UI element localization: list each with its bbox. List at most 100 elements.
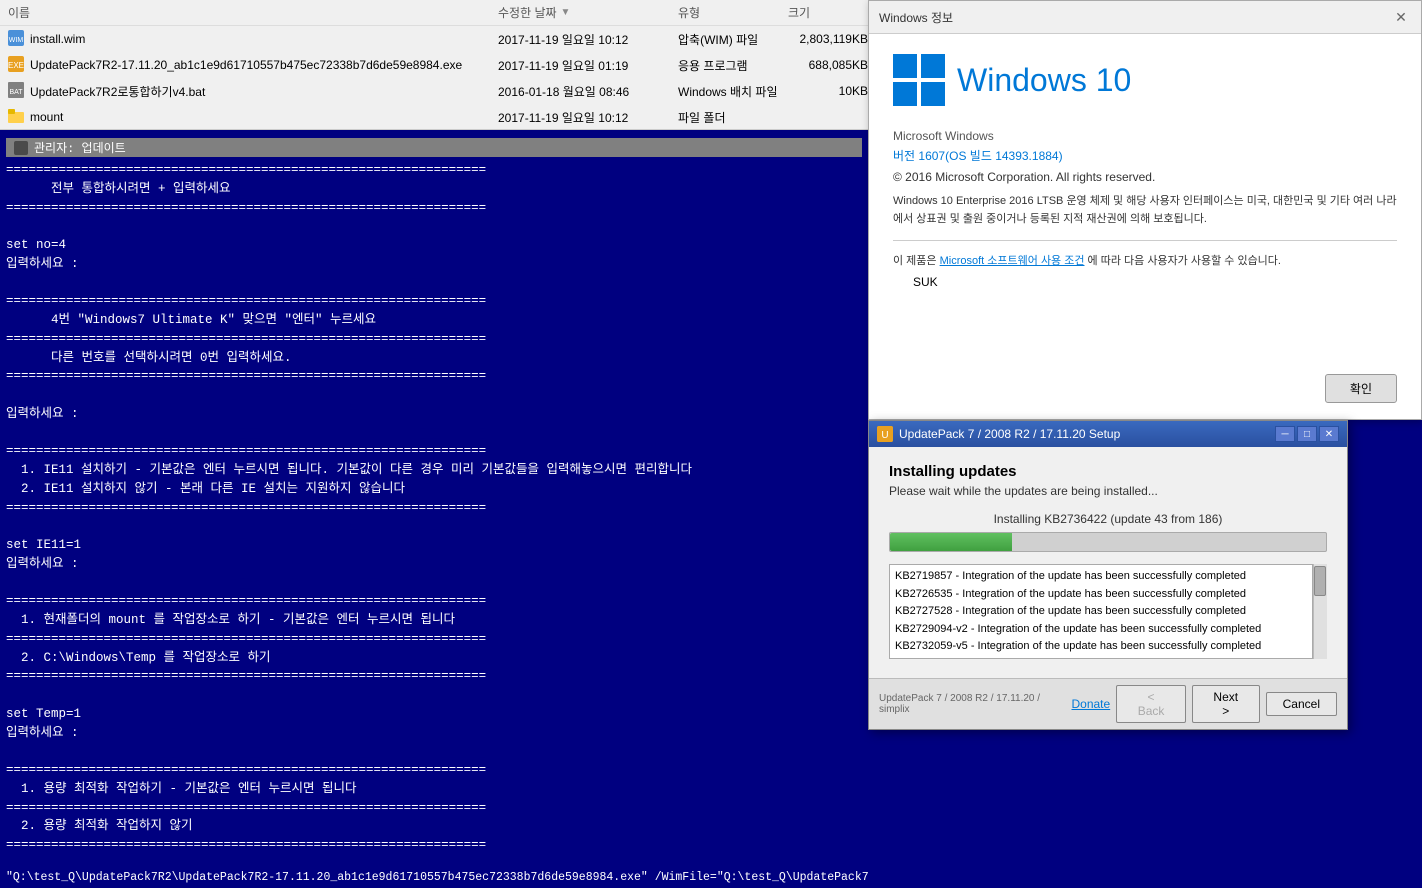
cmd-line: 1. IE11 설치하기 - 기본값은 엔터 누르시면 됩니다. 기본값이 다른… — [6, 461, 862, 480]
divider — [893, 240, 1397, 241]
folder-icon — [8, 109, 24, 126]
setup-log[interactable]: KB2719857 - Integration of the update ha… — [889, 564, 1313, 659]
setup-body: Installing updates Please wait while the… — [869, 447, 1347, 675]
cmd-line — [6, 386, 862, 405]
file-name: BAT UpdatePack7R2로통합하기v4.bat — [8, 82, 498, 101]
win-info-title: Windows 정보 — [879, 9, 953, 26]
file-row[interactable]: WIM install.wim 2017-11-19 일요일 10:12 압축(… — [0, 26, 868, 52]
cmd-line — [6, 517, 862, 536]
donate-link[interactable]: Donate — [1071, 697, 1110, 711]
wim-icon: WIM — [8, 30, 24, 49]
file-type: 응용 프로그램 — [678, 57, 788, 74]
col-date-header[interactable]: 수정한 날짜 ▼ — [498, 4, 678, 21]
file-row[interactable]: BAT UpdatePack7R2로통합하기v4.bat 2016-01-18 … — [0, 78, 868, 104]
file-date: 2016-01-18 월요일 08:46 — [498, 83, 678, 100]
cmd-line: set no=4 — [6, 236, 862, 255]
file-type: 압축(WIM) 파일 — [678, 31, 788, 48]
log-item: KB2732487-v2 - Integration of the update… — [895, 656, 1307, 659]
cmd-line: ========================================… — [6, 367, 862, 386]
file-row[interactable]: EXE UpdatePack7R2-17.11.20_ab1c1e9d61710… — [0, 52, 868, 78]
setup-title-left: U UpdatePack 7 / 2008 R2 / 17.11.20 Setu… — [877, 426, 1120, 442]
cmd-line: ========================================… — [6, 799, 862, 818]
win-info-content: Microsoft Windows 버전 1607(OS 빌드 14393.18… — [893, 126, 1397, 228]
cmd-line: ========================================… — [6, 330, 862, 349]
win-info-titlebar: Windows 정보 ✕ — [869, 1, 1421, 34]
cmd-line: 입력하세요 : — [6, 255, 862, 274]
col-size-header: 크기 — [788, 4, 868, 21]
col-name-header: 이름 — [8, 4, 498, 21]
file-explorer: 이름 수정한 날짜 ▼ 유형 크기 WIM install.wim 2017-1… — [0, 0, 868, 130]
column-headers: 이름 수정한 날짜 ▼ 유형 크기 — [0, 0, 868, 26]
progress-label: Installing KB2736422 (update 43 from 186… — [889, 512, 1327, 526]
cmd-line: 2. C:\Windows\Temp 를 작업장소로 하기 — [6, 649, 862, 668]
file-name: mount — [8, 109, 498, 126]
close-dialog-button[interactable]: ✕ — [1319, 426, 1339, 442]
minimize-button[interactable]: ─ — [1275, 426, 1295, 442]
cmd-line: ========================================… — [6, 592, 862, 611]
footer-label: UpdatePack 7 / 2008 R2 / 17.11.20 / simp… — [879, 693, 1071, 715]
scrollbar[interactable] — [1313, 564, 1327, 659]
cmd-line — [6, 274, 862, 293]
windows-info-dialog: Windows 정보 ✕ Windows 10 Microsoft Window… — [868, 0, 1422, 420]
cmd-line: ========================================… — [6, 761, 862, 780]
file-date: 2017-11-19 일요일 10:12 — [498, 31, 678, 48]
log-item: KB2729094-v2 - Integration of the update… — [895, 621, 1307, 639]
setup-dialog: U UpdatePack 7 / 2008 R2 / 17.11.20 Setu… — [868, 420, 1348, 730]
cmd-line: 1. 현재폴더의 mount 를 작업장소로 하기 - 기본값은 엔터 누르시면… — [6, 611, 862, 630]
cmd-output: ========================================… — [6, 161, 862, 888]
user-label: SUK — [913, 275, 1397, 289]
cmd-line: 2. 용량 최적화 작업하지 않기 — [6, 817, 862, 836]
setup-footer: UpdatePack 7 / 2008 R2 / 17.11.20 / simp… — [869, 678, 1347, 729]
setup-icon: U — [877, 426, 893, 442]
file-list: WIM install.wim 2017-11-19 일요일 10:12 압축(… — [0, 26, 868, 130]
col-type-header: 유형 — [678, 4, 788, 21]
cmd-line: ========================================… — [6, 199, 862, 218]
footer-buttons: Donate < Back Next > Cancel — [1071, 685, 1337, 723]
cmd-line — [6, 686, 862, 705]
win-info-body: Windows 10 Microsoft Windows 버전 1607(OS … — [869, 34, 1421, 309]
back-button[interactable]: < Back — [1116, 685, 1186, 723]
progress-fill — [890, 533, 1012, 551]
cmd-line: ========================================… — [6, 667, 862, 686]
file-row[interactable]: mount 2017-11-19 일요일 10:12 파일 폴더 — [0, 104, 868, 130]
cmd-line — [6, 217, 862, 236]
admin-bar: 관리자: 업데이트 — [6, 138, 862, 157]
cmd-line: 2. IE11 설치하지 않기 - 본래 다른 IE 설치는 지원하지 않습니다 — [6, 480, 862, 499]
close-button[interactable]: ✕ — [1391, 7, 1411, 27]
cmd-bottom-line: "Q:\test_Q\UpdatePack7R2\UpdatePack7R2-1… — [0, 867, 868, 888]
cmd-line: 입력하세요 : — [6, 555, 862, 574]
log-item: KB2726535 - Integration of the update ha… — [895, 586, 1307, 604]
company-label: Microsoft Windows — [893, 126, 1397, 146]
svg-text:BAT: BAT — [9, 89, 23, 96]
svg-text:WIM: WIM — [9, 37, 24, 44]
file-size: 10KB — [788, 84, 868, 98]
cmd-line: ========================================… — [6, 161, 862, 180]
file-size: 688,085KB — [788, 58, 868, 72]
win10-logo-text: Windows 10 — [957, 62, 1131, 99]
cmd-line: set IE11=1 — [6, 536, 862, 555]
cmd-line — [6, 424, 862, 443]
cmd-window: 관리자: 업데이트 ==============================… — [0, 130, 868, 888]
setup-titlebar: U UpdatePack 7 / 2008 R2 / 17.11.20 Setu… — [869, 421, 1347, 447]
cmd-line: ========================================… — [6, 292, 862, 311]
ok-button[interactable]: 확인 — [1325, 374, 1397, 403]
file-date: 2017-11-19 일요일 01:19 — [498, 57, 678, 74]
cmd-line: 입력하세요 : — [6, 405, 862, 424]
next-button[interactable]: Next > — [1192, 685, 1260, 723]
version-label: 버전 1607(OS 빌드 14393.1884) — [893, 146, 1397, 166]
file-name: EXE UpdatePack7R2-17.11.20_ab1c1e9d61710… — [8, 56, 498, 75]
cmd-line: 다른 번호를 선택하시려면 0번 입력하세요. — [6, 349, 862, 368]
description: Windows 10 Enterprise 2016 LTSB 운영 체제 및 … — [893, 193, 1397, 228]
log-item: KB2727528 - Integration of the update ha… — [895, 603, 1307, 621]
cmd-line: 1. 용량 최적화 작업하기 - 기본값은 엔터 누르시면 됩니다 — [6, 780, 862, 799]
cancel-button[interactable]: Cancel — [1266, 692, 1337, 716]
scrollbar-thumb[interactable] — [1314, 566, 1326, 596]
copyright: © 2016 Microsoft Corporation. All rights… — [893, 167, 1397, 187]
cmd-line: 전부 통합하시려면 + 입력하세요 — [6, 180, 862, 199]
bat-icon: BAT — [8, 82, 24, 101]
cmd-line: ========================================… — [6, 630, 862, 649]
maximize-button[interactable]: □ — [1297, 426, 1317, 442]
cmd-line: ========================================… — [6, 836, 862, 855]
license-link[interactable]: Microsoft 소프트웨어 사용 조건 — [940, 255, 1085, 267]
svg-text:U: U — [881, 430, 888, 441]
